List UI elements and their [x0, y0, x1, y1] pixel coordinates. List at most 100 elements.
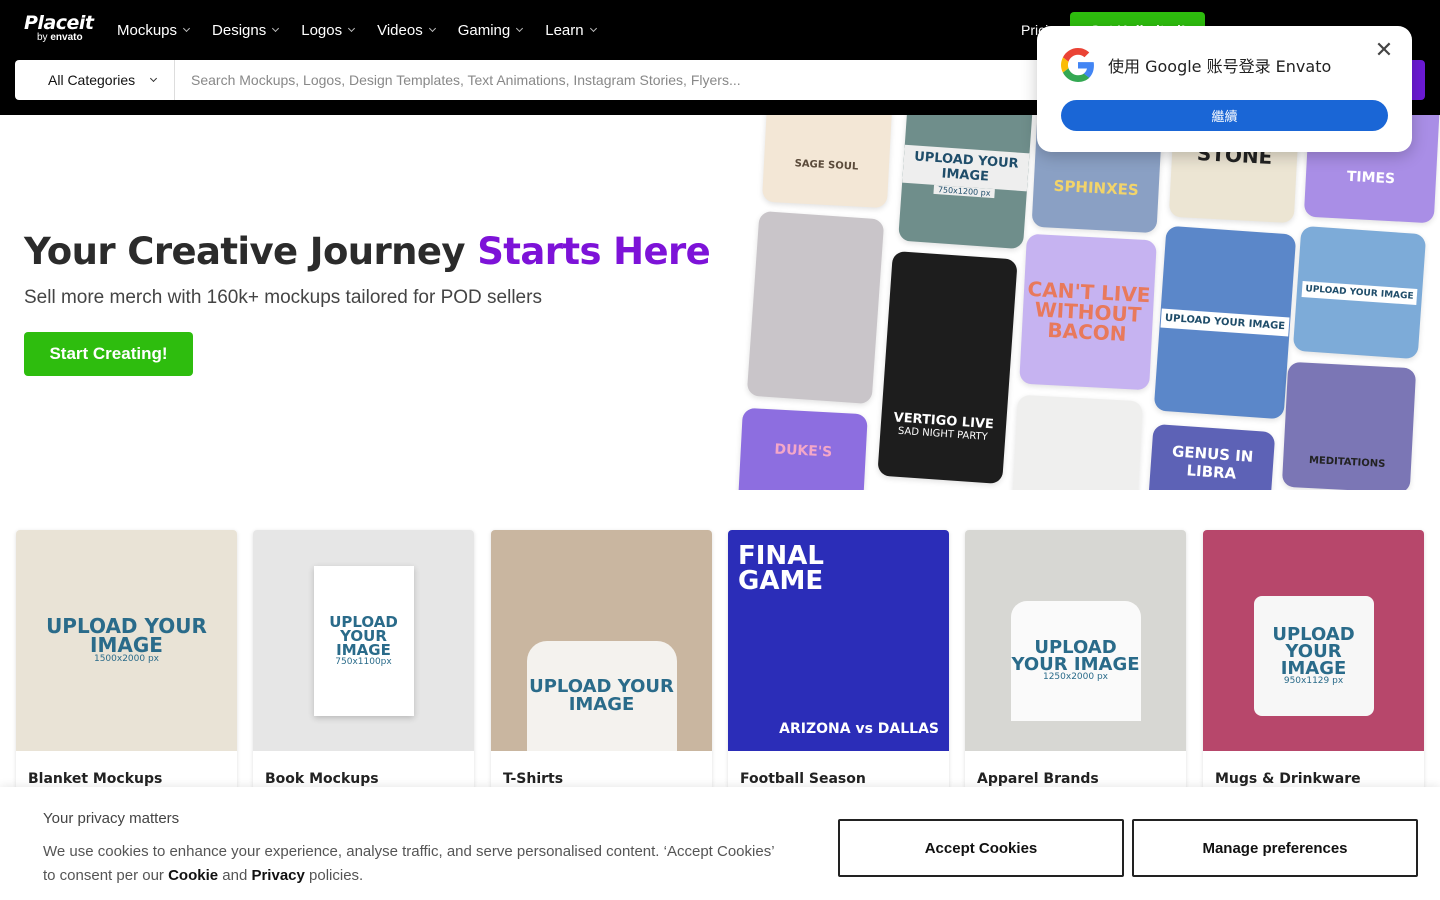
- menu-label: Mockups: [117, 21, 178, 39]
- card-title: T-Shirts: [503, 771, 564, 787]
- collage-tile[interactable]: CAN'T LIVE WITHOUT BACON: [1019, 233, 1157, 391]
- collage-tile[interactable]: UPLOAD YOUR IMAGE 750x1200 px: [898, 115, 1033, 250]
- logo-byline: by envato: [37, 33, 94, 43]
- menu-learn[interactable]: Learn: [545, 21, 597, 39]
- card-image-text: FINAL GAME: [738, 541, 824, 596]
- menu-label: Designs: [212, 21, 267, 39]
- collage-tile[interactable]: DUKE'S: [737, 407, 868, 490]
- card-image-text: UPLOAD YOUR IMAGE 1500x2000 px: [16, 614, 237, 664]
- card-title: Blanket Mockups: [28, 771, 163, 787]
- tile-text: DUKE'S: [774, 441, 833, 461]
- mug-shape: UPLOAD YOUR IMAGE 950x1129 px: [1253, 595, 1374, 716]
- card-image-text: UPLOAD YOUR IMAGE 750x1100px: [314, 612, 414, 667]
- chevron-down-icon: [428, 24, 436, 33]
- close-icon[interactable]: ✕: [1373, 40, 1395, 62]
- card-mugs-drinkware[interactable]: UPLOAD YOUR IMAGE 950x1129 px Mugs & Drin…: [1203, 530, 1424, 790]
- google-logo-icon: [1061, 48, 1094, 82]
- card-image-text: UPLOAD YOUR IMAGE: [527, 676, 677, 715]
- menu-designs[interactable]: Designs: [212, 21, 280, 39]
- hero-collage: SAGE SOUL UPLOAD YOUR IMAGE 750x1200 px S…: [735, 115, 1440, 490]
- manage-preferences-button[interactable]: Manage preferences: [1132, 819, 1418, 877]
- chevron-down-icon: [348, 24, 356, 33]
- logo-by: by: [37, 32, 48, 43]
- tile-text: CAN'T LIVE WITHOUT BACON: [1027, 276, 1152, 347]
- image-upload-text: UPLOAD YOUR IMAGE: [1272, 623, 1355, 679]
- card-blanket-mockups[interactable]: UPLOAD YOUR IMAGE 1500x2000 px Blanket Mo…: [16, 530, 237, 790]
- cookie-text: We use cookies to enhance your experienc…: [43, 840, 783, 888]
- logo-text: Placeit: [24, 12, 94, 34]
- image-upload-text: UPLOAD YOUR IMAGE: [46, 614, 207, 658]
- chevron-down-icon: [150, 74, 158, 83]
- collage-tile-photo[interactable]: [1012, 394, 1143, 490]
- tile-text: UPLOAD YOUR IMAGE: [1160, 308, 1290, 337]
- hero-subtitle: Sell more merch with 160k+ mockups tailo…: [24, 287, 542, 308]
- cookie-title: Your privacy matters: [43, 810, 180, 827]
- collage-tile-photo[interactable]: UPLOAD YOUR IMAGE: [1153, 225, 1297, 420]
- menu-label: Videos: [377, 21, 423, 39]
- hero-title: Your Creative Journey Starts Here: [24, 230, 711, 273]
- cookie-policy-link[interactable]: Cookie: [168, 867, 218, 884]
- chevron-down-icon: [272, 24, 280, 33]
- card-image: UPLOAD YOUR IMAGE 950x1129 px: [1203, 530, 1424, 751]
- card-image: FINAL GAME ARIZONA vs DALLAS: [728, 530, 949, 751]
- menu-label: Logos: [301, 21, 343, 39]
- card-t-shirts[interactable]: UPLOAD YOUR IMAGE T-Shirts: [491, 530, 712, 790]
- menu-mockups[interactable]: Mockups: [117, 21, 191, 39]
- menu-videos[interactable]: Videos: [377, 21, 436, 39]
- hero-title-highlight: Starts Here: [477, 230, 711, 273]
- card-book-mockups[interactable]: UPLOAD YOUR IMAGE 750x1100px Book Mockups: [253, 530, 474, 790]
- start-creating-button[interactable]: Start Creating!: [24, 332, 193, 376]
- image-size: 750x1100px: [335, 656, 392, 667]
- card-image-text: UPLOAD YOUR IMAGE 950x1129 px: [1254, 623, 1374, 686]
- tile-text: MEDITATIONS: [1308, 454, 1386, 470]
- tile-text: SPHINXES: [1053, 176, 1140, 199]
- placeit-logo[interactable]: Placeit by envato: [24, 13, 94, 43]
- image-size: 950x1129 px: [1283, 675, 1344, 686]
- accept-cookies-button[interactable]: Accept Cookies: [838, 819, 1124, 877]
- collage-tile[interactable]: MEDITATIONS: [1281, 361, 1417, 490]
- image-upload-text: UPLOAD YOUR IMAGE: [529, 676, 674, 715]
- menu-gaming[interactable]: Gaming: [457, 21, 524, 39]
- privacy-policy-link[interactable]: Privacy: [251, 867, 304, 884]
- category-label: All Categories: [48, 72, 136, 88]
- google-popup-title: 使用 Google 账号登录 Envato: [1108, 57, 1332, 76]
- menu-label: Learn: [545, 21, 584, 39]
- collage-tile-video[interactable]: VERTIGO LIVE SAD NIGHT PARTY: [877, 250, 1018, 485]
- collage-tile-photo[interactable]: UPLOAD YOUR IMAGE: [1292, 225, 1427, 360]
- card-image: UPLOAD YOUR IMAGE 1500x2000 px: [16, 530, 237, 751]
- menu-label: Gaming: [457, 21, 511, 39]
- card-image: UPLOAD YOUR IMAGE: [491, 530, 712, 751]
- tile-text: GENUS IN LIBRA: [1171, 442, 1254, 483]
- image-upload-text: UPLOAD YOUR IMAGE: [1011, 637, 1140, 676]
- card-apparel-brands[interactable]: UPLOAD YOUR IMAGE 1250x2000 px Apparel Br…: [965, 530, 1186, 790]
- main-menu: Mockups Designs Logos Videos Gaming Lear…: [117, 0, 619, 60]
- collage-tile[interactable]: SAGE SOUL: [761, 115, 894, 209]
- cookie-text-body: We use cookies to enhance your experienc…: [43, 843, 774, 884]
- google-continue-button[interactable]: 繼續: [1061, 100, 1388, 131]
- category-select[interactable]: All Categories: [15, 60, 175, 100]
- image-upload-text: UPLOAD YOUR IMAGE: [329, 612, 398, 660]
- card-title: Book Mockups: [265, 771, 379, 787]
- hero-title-main: Your Creative Journey: [24, 230, 478, 273]
- collage-tile-photo[interactable]: [746, 210, 885, 405]
- collage-tile[interactable]: GENUS IN LIBRA: [1146, 423, 1276, 490]
- tshirt-shape: UPLOAD YOUR IMAGE 1250x2000 px: [1010, 600, 1141, 721]
- menu-logos[interactable]: Logos: [301, 21, 356, 39]
- tile-text: TIMES: [1346, 168, 1396, 187]
- google-signin-popup: 使用 Google 账号登录 Envato ✕ 繼續: [1037, 26, 1412, 152]
- cookie-text-and: and: [218, 867, 252, 884]
- card-image: UPLOAD YOUR IMAGE 1250x2000 px: [965, 530, 1186, 751]
- card-image: UPLOAD YOUR IMAGE 750x1100px: [253, 530, 474, 751]
- tshirt-shape: UPLOAD YOUR IMAGE: [526, 640, 677, 751]
- cookie-banner: Your privacy matters We use cookies to e…: [0, 787, 1440, 900]
- tile-text: SAGE SOUL: [794, 157, 859, 173]
- card-football-season[interactable]: FINAL GAME ARIZONA vs DALLAS Football Se…: [728, 530, 949, 790]
- book-cover: UPLOAD YOUR IMAGE 750x1100px: [313, 565, 414, 716]
- card-image-text: UPLOAD YOUR IMAGE 1250x2000 px: [1011, 639, 1141, 682]
- chevron-down-icon: [589, 24, 597, 33]
- card-title: Apparel Brands: [977, 771, 1099, 787]
- card-title: Football Season: [740, 771, 866, 787]
- cookie-text-end: policies.: [304, 867, 364, 884]
- category-cards: UPLOAD YOUR IMAGE 1500x2000 px Blanket Mo…: [16, 530, 1424, 790]
- chevron-down-icon: [516, 24, 524, 33]
